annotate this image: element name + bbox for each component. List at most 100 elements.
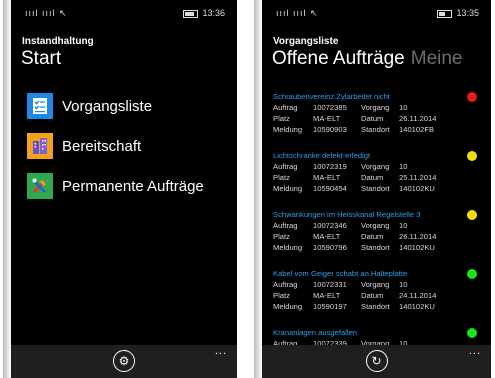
status-bar: ıııl ıııl ↖ 13:35	[262, 0, 491, 26]
signal-indicator: ıııl ıııl ↖	[276, 8, 319, 18]
building-icon	[27, 133, 53, 159]
label-datum: Datum	[361, 114, 384, 123]
menu-item-bereitschaft[interactable]: Bereitschaft	[27, 131, 141, 161]
menu-item-vorgangsliste[interactable]: Vorgangsliste	[27, 91, 152, 121]
label-auftrag: Auftrag	[273, 103, 298, 112]
order-list-screen: ıııl ıııl ↖ 13:35 Vorgangsliste Offene A…	[262, 0, 491, 378]
clock: 13:35	[456, 8, 479, 18]
label-vorgang: Vorgang	[361, 280, 390, 289]
clock: 13:36	[202, 8, 225, 18]
status-dot	[467, 92, 477, 102]
order-item[interactable]: Schraubenvereinz.Zylarbeitet nicht Auftr…	[273, 92, 483, 135]
label-datum: Datum	[361, 173, 384, 182]
app-bar: ↻ ...	[262, 345, 491, 378]
app-title: Vorgangsliste	[273, 36, 339, 47]
pivot-header: Offene Aufträge Meine	[272, 48, 463, 70]
value-meldung: 10590796	[313, 243, 347, 252]
battery-icon	[183, 9, 199, 18]
label-platz: Platz	[273, 114, 290, 123]
pivot-tab-offene-auftraege[interactable]: Offene Aufträge	[272, 48, 405, 69]
label-standort: Standort	[361, 125, 390, 134]
order-title: Lichtschranke defekt-erledigt	[273, 151, 371, 160]
right-screen-shadow	[254, 0, 262, 378]
status-dot	[467, 269, 477, 279]
settings-icon[interactable]: ⚙	[113, 350, 135, 372]
value-vorgang: 10	[399, 280, 408, 289]
value-datum: 24.11.2014	[399, 291, 437, 300]
value-meldung: 10590903	[313, 125, 347, 134]
order-row: Auftrag 10072346 Vorgang 10	[273, 220, 483, 231]
value-datum: 26.11.2014	[399, 114, 437, 123]
menu-item-label: Bereitschaft	[62, 137, 142, 155]
value-meldung: 10590454	[313, 184, 347, 193]
left-screen-shadow	[3, 0, 11, 378]
value-vorgang: 10	[399, 162, 408, 171]
order-row: Platz MA-ELT Datum 26.11.2014	[273, 113, 483, 124]
status-bar: ıııl ıııl ↖ 13:36	[11, 0, 237, 26]
status-dot	[467, 151, 477, 161]
order-item[interactable]: Kabel vom Geiger schabt an Halteplatte A…	[273, 269, 483, 312]
label-meldung: Meldung	[273, 125, 303, 134]
label-standort: Standort	[361, 184, 390, 193]
value-auftrag: 10072319	[313, 162, 347, 171]
order-item[interactable]: Schwankungen im Heisskanal Regelstelle 3…	[273, 210, 483, 253]
signal-indicator: ıııl ıııl ↖	[25, 8, 68, 18]
value-standort: 140102KU	[399, 243, 435, 252]
order-item[interactable]: Lichtschranke defekt-erledigt Auftrag 100…	[273, 151, 483, 194]
value-auftrag: 10072385	[313, 103, 347, 112]
value-platz: MA-ELT	[313, 232, 341, 241]
value-platz: MA-ELT	[313, 173, 341, 182]
value-standort: 140102KU	[399, 302, 435, 311]
order-title: Schraubenvereinz.Zylarbeitet nicht	[273, 92, 390, 101]
refresh-icon[interactable]: ↻	[365, 350, 388, 372]
start-screen: ıııl ıııl ↖ 13:36 Instandhaltung Start V…	[11, 0, 237, 378]
label-meldung: Meldung	[273, 243, 303, 252]
label-auftrag: Auftrag	[273, 162, 298, 171]
order-row: Meldung 10590796 Standort 140102KU	[273, 242, 483, 253]
value-vorgang: 10	[399, 103, 408, 112]
value-vorgang: 10	[399, 221, 408, 230]
order-title: Kabel vom Geiger schabt an Halteplatte	[273, 269, 408, 278]
label-platz: Platz	[273, 232, 290, 241]
order-title: Krananlagen ausgefallen	[273, 328, 358, 337]
label-datum: Datum	[361, 291, 384, 300]
menu-item-label: Vorgangsliste	[62, 97, 153, 115]
label-standort: Standort	[361, 243, 390, 252]
label-auftrag: Auftrag	[273, 280, 298, 289]
tools-icon	[27, 173, 53, 199]
battery-charging-icon	[437, 9, 453, 18]
label-datum: Datum	[361, 232, 384, 241]
value-meldung: 10590197	[313, 302, 347, 311]
label-vorgang: Vorgang	[361, 221, 390, 230]
page-title: Start	[21, 48, 62, 69]
label-platz: Platz	[273, 291, 290, 300]
app-bar: ⚙ ...	[11, 345, 237, 378]
order-row: Meldung 10590454 Standort 140102KU	[273, 183, 483, 194]
label-standort: Standort	[361, 302, 390, 311]
value-standort: 140102KU	[399, 184, 435, 193]
value-platz: MA-ELT	[313, 291, 341, 300]
value-datum: 26.11.2014	[399, 232, 437, 241]
value-platz: MA-ELT	[313, 114, 341, 123]
order-row: Meldung 10590903 Standort 140102FB	[273, 124, 483, 135]
label-meldung: Meldung	[273, 184, 303, 193]
label-vorgang: Vorgang	[361, 103, 390, 112]
order-row: Platz MA-ELT Datum 26.11.2014	[273, 231, 483, 242]
label-platz: Platz	[273, 173, 290, 182]
label-vorgang: Vorgang	[361, 162, 390, 171]
status-right: 13:36	[183, 8, 225, 18]
order-row: Auftrag 10072385 Vorgang 10	[273, 102, 483, 113]
order-row: Meldung 10590197 Standort 140102KU	[273, 301, 483, 312]
pivot-tab-meine[interactable]: Meine	[411, 48, 463, 69]
more-menu-icon[interactable]: ...	[469, 345, 481, 357]
menu-item-permanente-auftraege[interactable]: Permanente Aufträge	[27, 171, 204, 201]
menu-item-label: Permanente Aufträge	[62, 177, 204, 195]
value-datum: 25.11.2014	[399, 173, 437, 182]
order-row: Auftrag 10072319 Vorgang 10	[273, 161, 483, 172]
status-dot	[467, 328, 477, 338]
order-row: Platz MA-ELT Datum 25.11.2014	[273, 172, 483, 183]
order-title: Schwankungen im Heisskanal Regelstelle 3	[273, 210, 421, 219]
more-menu-icon[interactable]: ...	[215, 345, 227, 357]
value-auftrag: 10072346	[313, 221, 347, 230]
app-title: Instandhaltung	[22, 36, 94, 47]
